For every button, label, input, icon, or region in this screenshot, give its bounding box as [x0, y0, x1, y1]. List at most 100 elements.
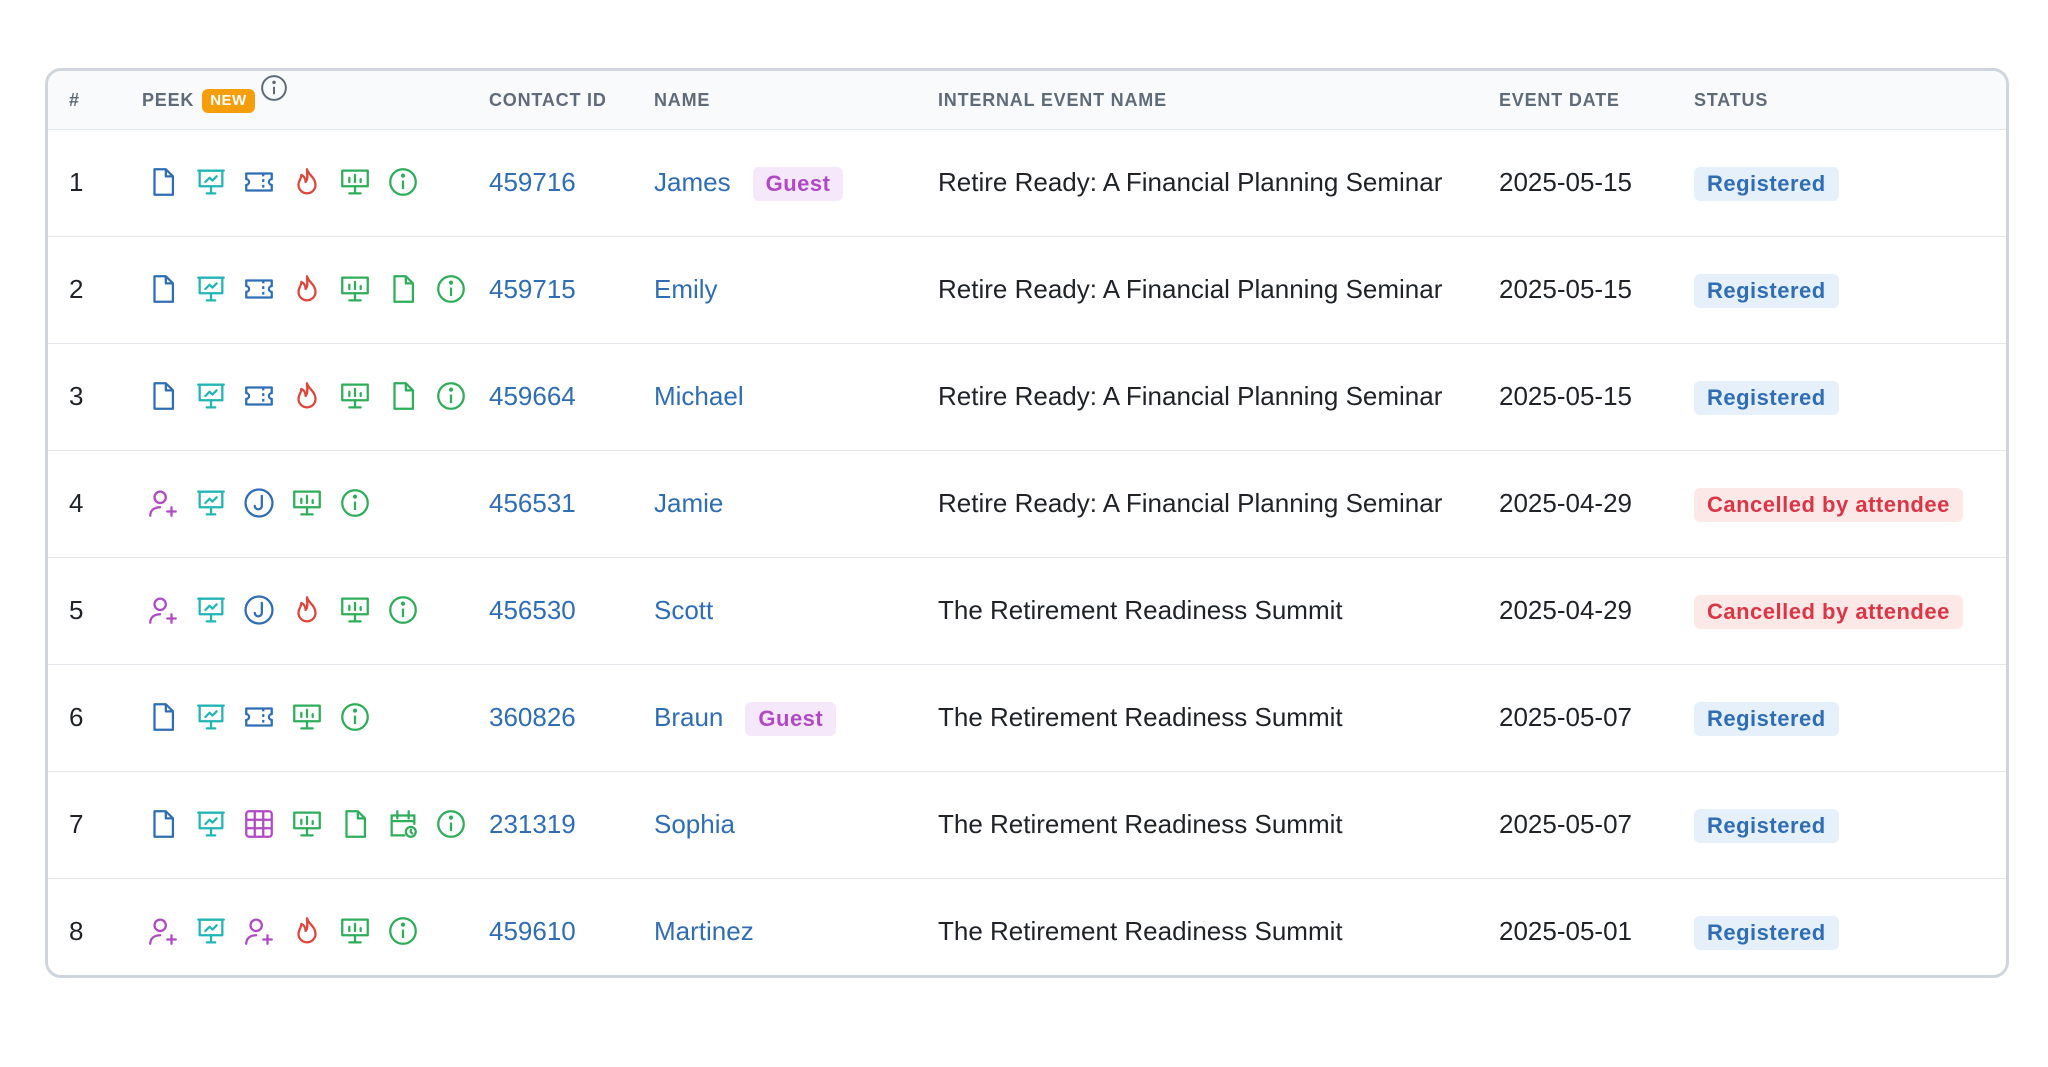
info-icon[interactable] [384, 912, 422, 950]
user-plus-icon[interactable] [144, 912, 182, 950]
ticket-icon[interactable] [240, 163, 278, 201]
status-badge: Registered [1694, 809, 1839, 844]
whiteboard-icon[interactable] [336, 377, 374, 415]
presentation-chart-icon[interactable] [192, 270, 230, 308]
table-row[interactable]: 6 360826 Braun Guest The Retirement Readi… [48, 664, 2006, 772]
document-icon[interactable] [384, 377, 422, 415]
table-row[interactable]: 1 459716 James Guest Retire Ready: A Fina… [48, 129, 2006, 237]
document-icon[interactable] [384, 270, 422, 308]
document-icon[interactable] [144, 377, 182, 415]
contact-id-link[interactable]: 360826 [489, 664, 576, 770]
table-row[interactable]: 5 456530 Scott The Retirement Readiness … [48, 557, 2006, 665]
peek-icons [144, 557, 422, 663]
presentation-chart-icon[interactable] [192, 163, 230, 201]
info-icon[interactable] [432, 270, 470, 308]
header-event: INTERNAL EVENT NAME [938, 90, 1167, 110]
whiteboard-icon[interactable] [336, 591, 374, 629]
contact-name-link[interactable]: Martinez [654, 916, 754, 946]
info-icon[interactable] [384, 163, 422, 201]
user-plus-icon[interactable] [240, 912, 278, 950]
ticket-icon[interactable] [240, 270, 278, 308]
table-row[interactable]: 2 459715 Emily Retire Ready: A Financial… [48, 236, 2006, 344]
event-date: 2025-05-15 [1499, 274, 1632, 304]
info-icon[interactable] [336, 484, 374, 522]
fire-icon[interactable] [288, 270, 326, 308]
table-row[interactable]: 7 231319 Sophia The Retirement Readiness… [48, 771, 2006, 879]
contact-name-link[interactable]: Braun [654, 702, 723, 732]
row-number: 6 [69, 702, 84, 732]
row-number: 3 [69, 381, 84, 411]
document-icon[interactable] [336, 805, 374, 843]
presentation-chart-icon[interactable] [192, 805, 230, 843]
status-cell: Registered [1694, 771, 1839, 877]
header-peek: PEEK NEW [142, 71, 289, 129]
row-number: 7 [69, 809, 84, 839]
document-icon[interactable] [144, 698, 182, 736]
contact-name-link[interactable]: Jamie [654, 488, 723, 518]
fire-icon[interactable] [288, 591, 326, 629]
contact-name-cell: Sophia [654, 771, 735, 877]
info-icon[interactable] [432, 377, 470, 415]
row-number: 2 [69, 274, 84, 304]
contact-id-link[interactable]: 459715 [489, 236, 576, 342]
status-cell: Registered [1694, 664, 1839, 770]
document-icon[interactable] [144, 805, 182, 843]
table-row[interactable]: 3 459664 Michael Retire Ready: A Financi… [48, 343, 2006, 451]
event-date: 2025-05-15 [1499, 381, 1632, 411]
contact-id-link[interactable]: 459664 [489, 343, 576, 449]
j-badge-icon[interactable] [240, 591, 278, 629]
event-name: The Retirement Readiness Summit [938, 916, 1343, 946]
whiteboard-icon[interactable] [288, 805, 326, 843]
contact-id-link[interactable]: 459716 [489, 129, 576, 235]
fire-icon[interactable] [288, 912, 326, 950]
table-row[interactable]: 4 456531 Jamie Retire Ready: A Financial… [48, 450, 2006, 558]
info-icon[interactable] [432, 805, 470, 843]
presentation-chart-icon[interactable] [192, 484, 230, 522]
info-icon[interactable] [384, 591, 422, 629]
status-cell: Registered [1694, 129, 1839, 235]
fire-icon[interactable] [288, 163, 326, 201]
status-cell: Registered [1694, 343, 1839, 449]
presentation-chart-icon[interactable] [192, 591, 230, 629]
event-name: Retire Ready: A Financial Planning Semin… [938, 274, 1443, 304]
presentation-chart-icon[interactable] [192, 912, 230, 950]
contact-name-link[interactable]: Scott [654, 595, 713, 625]
event-name: Retire Ready: A Financial Planning Semin… [938, 488, 1443, 518]
info-icon[interactable] [336, 698, 374, 736]
status-cell: Registered [1694, 236, 1839, 342]
contact-name-link[interactable]: Michael [654, 381, 744, 411]
contact-name-cell: Michael [654, 343, 744, 449]
document-icon[interactable] [144, 270, 182, 308]
header-name: NAME [654, 90, 711, 110]
contact-id-link[interactable]: 456530 [489, 557, 576, 663]
document-icon[interactable] [144, 163, 182, 201]
info-icon[interactable] [259, 71, 289, 126]
fire-icon[interactable] [288, 377, 326, 415]
whiteboard-icon[interactable] [288, 698, 326, 736]
contact-name-link[interactable]: Emily [654, 274, 718, 304]
contact-id-link[interactable]: 231319 [489, 771, 576, 877]
header-status: STATUS [1694, 90, 1769, 110]
contact-id-link[interactable]: 456531 [489, 450, 576, 556]
whiteboard-icon[interactable] [336, 270, 374, 308]
ticket-icon[interactable] [240, 377, 278, 415]
calendar-clock-icon[interactable] [384, 805, 422, 843]
status-badge: Cancelled by attendee [1694, 488, 1963, 523]
header-date: EVENT DATE [1499, 90, 1620, 110]
user-plus-icon[interactable] [144, 484, 182, 522]
contact-name-cell: Braun Guest [654, 664, 837, 770]
event-name: Retire Ready: A Financial Planning Semin… [938, 381, 1443, 411]
grid-icon[interactable] [240, 805, 278, 843]
whiteboard-icon[interactable] [336, 163, 374, 201]
user-plus-icon[interactable] [144, 591, 182, 629]
contact-id-link[interactable]: 459610 [489, 878, 576, 975]
presentation-chart-icon[interactable] [192, 377, 230, 415]
contact-name-link[interactable]: Sophia [654, 809, 735, 839]
presentation-chart-icon[interactable] [192, 698, 230, 736]
ticket-icon[interactable] [240, 698, 278, 736]
contact-name-link[interactable]: James [654, 167, 731, 197]
table-row[interactable]: 8 459610 Martinez The Retirement Readine… [48, 878, 2006, 975]
whiteboard-icon[interactable] [288, 484, 326, 522]
whiteboard-icon[interactable] [336, 912, 374, 950]
j-badge-icon[interactable] [240, 484, 278, 522]
